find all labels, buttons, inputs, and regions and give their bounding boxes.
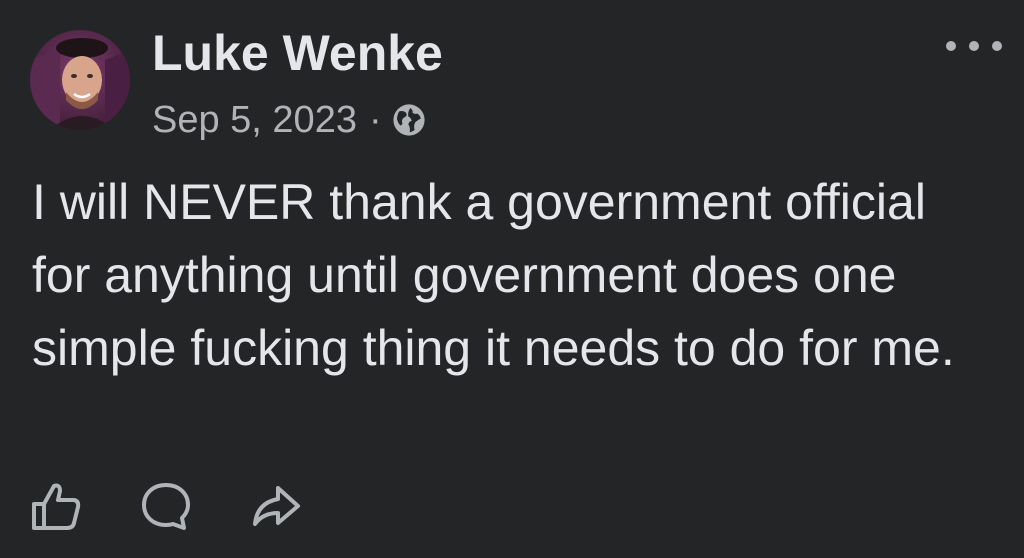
avatar[interactable] [30, 30, 130, 130]
post-card: Luke Wenke Sep 5, 2023 · I will NEVER th… [0, 0, 1024, 558]
share-icon [253, 486, 300, 526]
post-text: I will NEVER thank a government official… [32, 174, 955, 376]
profile-photo [30, 30, 130, 130]
post-actions [30, 480, 360, 532]
comment-icon [142, 483, 190, 530]
more-dot [969, 41, 979, 51]
more-dot [946, 41, 956, 51]
like-icon [32, 483, 81, 530]
comment-button[interactable] [140, 480, 192, 532]
more-dot [992, 41, 1002, 51]
author-name[interactable]: Luke Wenke [152, 24, 443, 82]
globe-icon[interactable] [392, 103, 426, 137]
more-options-icon[interactable] [946, 28, 1002, 64]
like-button[interactable] [30, 480, 82, 532]
meta-separator: · [368, 98, 382, 141]
post-meta: Sep 5, 2023 · [152, 96, 426, 144]
post-date[interactable]: Sep 5, 2023 [152, 99, 357, 142]
share-button[interactable] [250, 480, 302, 532]
